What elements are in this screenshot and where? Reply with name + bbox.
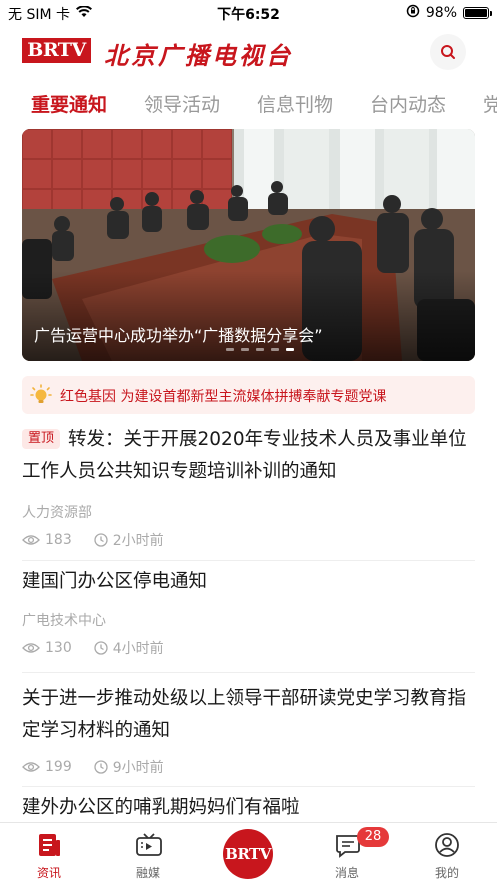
news-item[interactable]: 建国门办公区停电通知 广电技术中心 130 4小时前 xyxy=(22,566,475,658)
tab-important-notice[interactable]: 重要通知 xyxy=(31,90,107,117)
profile-icon xyxy=(435,833,459,857)
search-button[interactable] xyxy=(430,34,466,70)
eye-icon xyxy=(22,534,40,546)
carousel-dot[interactable] xyxy=(241,348,249,351)
news-source: 人力资源部 xyxy=(22,505,92,521)
nav-news-label: 资讯 xyxy=(36,866,61,880)
battery-percent: 98% xyxy=(425,5,457,21)
lightbulb-icon xyxy=(30,384,52,403)
news-title: 关于进一步推动处级以上领导干部研读党史学习教育指定学习材料的通知 xyxy=(22,688,467,741)
view-count: 130 xyxy=(45,640,72,656)
carousel-dot[interactable] xyxy=(286,348,294,351)
news-title: 建外办公区的哺乳期妈妈们有福啦 xyxy=(22,797,300,818)
nav-messages-label: 消息 xyxy=(334,866,359,880)
post-time: 4小时前 xyxy=(112,641,164,657)
tab-leader-activities[interactable]: 领导活动 xyxy=(144,90,220,117)
news-meta: 183 2小时前 xyxy=(22,530,475,550)
news-title: 建国门办公区停电通知 xyxy=(22,571,208,592)
news-meta: 130 4小时前 xyxy=(22,638,475,658)
view-count: 199 xyxy=(45,759,72,775)
bottom-nav: 资讯 融媒 BRTV 消息 28 我的 xyxy=(0,822,497,883)
carousel-dot[interactable] xyxy=(256,348,264,351)
clock-icon xyxy=(94,641,108,655)
brtv-logo: BRTV xyxy=(22,38,91,63)
divider xyxy=(22,560,475,561)
news-title: 置顶 转发：关于开展2020年专业技术人员及事业单位工作人员公共知识专题培训补训的… xyxy=(22,429,467,482)
banner-carousel[interactable]: 广告运营中心成功举办“广播数据分享会” xyxy=(22,129,475,361)
tab-internal-news[interactable]: 台内动态 xyxy=(370,90,446,117)
banner-caption: 广告运营中心成功举办“广播数据分享会” xyxy=(34,326,323,345)
divider xyxy=(22,672,475,673)
news-meta: 199 9小时前 xyxy=(22,757,475,777)
eye-icon xyxy=(22,761,40,773)
media-icon xyxy=(136,833,162,856)
news-icon xyxy=(39,834,60,856)
brand-name: 北京广播电视台 xyxy=(104,41,293,70)
clock-icon xyxy=(94,533,108,547)
category-tabs: 重要通知 领导活动 信息刊物 台内动态 党 xyxy=(0,84,497,120)
news-source: 广电技术中心 xyxy=(22,613,106,629)
nav-brtv[interactable]: BRTV xyxy=(223,829,273,879)
carousel-dot[interactable] xyxy=(271,348,279,351)
post-time: 2小时前 xyxy=(112,533,164,549)
message-badge: 28 xyxy=(357,827,389,847)
post-time: 9小时前 xyxy=(112,760,164,776)
view-count: 183 xyxy=(45,532,72,548)
app-header: BRTV 北京广播电视台 xyxy=(0,28,497,74)
news-item[interactable]: 关于进一步推动处级以上领导干部研读党史学习教育指定学习材料的通知 199 9小时… xyxy=(22,683,475,777)
notice-text: 红色基因 为建设首都新型主流媒体拼搏奉献专题党课 xyxy=(60,389,387,405)
clock-icon xyxy=(94,760,108,774)
tab-publications[interactable]: 信息刊物 xyxy=(257,90,333,117)
eye-icon xyxy=(22,642,40,654)
search-icon xyxy=(441,45,455,59)
news-item[interactable]: 建外办公区的哺乳期妈妈们有福啦 xyxy=(22,792,475,824)
notice-bar[interactable]: 红色基因 为建设首都新型主流媒体拼搏奉献专题党课 xyxy=(22,376,475,414)
orientation-lock-icon xyxy=(406,4,420,22)
divider xyxy=(22,786,475,787)
battery-icon xyxy=(463,7,492,19)
carousel-dot[interactable] xyxy=(226,348,234,351)
tab-party[interactable]: 党 xyxy=(483,90,497,117)
news-item[interactable]: 置顶 转发：关于开展2020年专业技术人员及事业单位工作人员公共知识专题培训补训的… xyxy=(22,424,475,550)
status-bar: 无 SIM 卡 下午6:52 98% xyxy=(0,0,497,26)
pinned-badge: 置顶 xyxy=(22,429,61,449)
carousel-indicator xyxy=(226,348,294,351)
nav-media-label: 融媒 xyxy=(135,866,160,880)
nav-profile-label: 我的 xyxy=(434,866,459,880)
